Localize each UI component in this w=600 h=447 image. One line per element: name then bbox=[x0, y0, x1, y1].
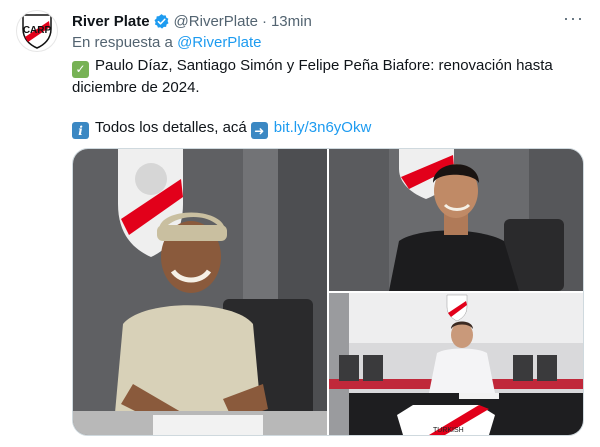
details-text: Todos los detalles, acá bbox=[95, 118, 247, 136]
photo-player-cap-signing[interactable] bbox=[73, 149, 327, 435]
reply-context: En respuesta a @RiverPlate bbox=[72, 34, 262, 51]
tweet-timestamp[interactable]: 13min bbox=[271, 13, 312, 30]
tweet-text-line-1: ✓ Paulo Díaz, Santiago Simón y Felipe Peñ… bbox=[72, 56, 572, 98]
header-separator: · bbox=[261, 12, 267, 30]
river-plate-crest-icon[interactable]: CARP bbox=[16, 10, 58, 52]
tweet[interactable]: CARP River Plate @RiverPlate · 13min ···… bbox=[0, 0, 600, 447]
right-arrow-emoji-icon: ➜ bbox=[250, 122, 268, 139]
more-options-icon[interactable]: ··· bbox=[563, 8, 584, 29]
tweet-text: ✓ Paulo Díaz, Santiago Simón y Felipe Peñ… bbox=[72, 56, 572, 139]
svg-text:CARP: CARP bbox=[23, 25, 52, 36]
information-emoji-icon: i bbox=[72, 122, 89, 139]
tweet-main-text: Paulo Díaz, Santiago Simón y Felipe Peña… bbox=[72, 57, 553, 96]
reply-handle-link[interactable]: @RiverPlate bbox=[177, 34, 261, 51]
shirt-sponsor-text: TURKISH bbox=[433, 427, 464, 434]
check-mark-emoji-icon: ✓ bbox=[72, 60, 89, 78]
photo-player-portrait[interactable] bbox=[329, 149, 583, 291]
photo-player-signing-shirt[interactable]: TURKISH bbox=[329, 293, 583, 435]
verified-badge-icon bbox=[153, 13, 170, 30]
author-handle[interactable]: @RiverPlate bbox=[174, 13, 258, 30]
tweet-header: River Plate @RiverPlate · 13min bbox=[72, 10, 312, 32]
tweet-text-line-2: i Todos los detalles, acá ➜ bit.ly/3n6yOkw bbox=[72, 118, 572, 139]
author-name[interactable]: River Plate bbox=[72, 13, 150, 30]
details-link[interactable]: bit.ly/3n6yOkw bbox=[274, 119, 372, 136]
tweet-media-grid: TURKISH bbox=[72, 148, 584, 436]
reply-prefix: En respuesta a bbox=[72, 34, 173, 51]
